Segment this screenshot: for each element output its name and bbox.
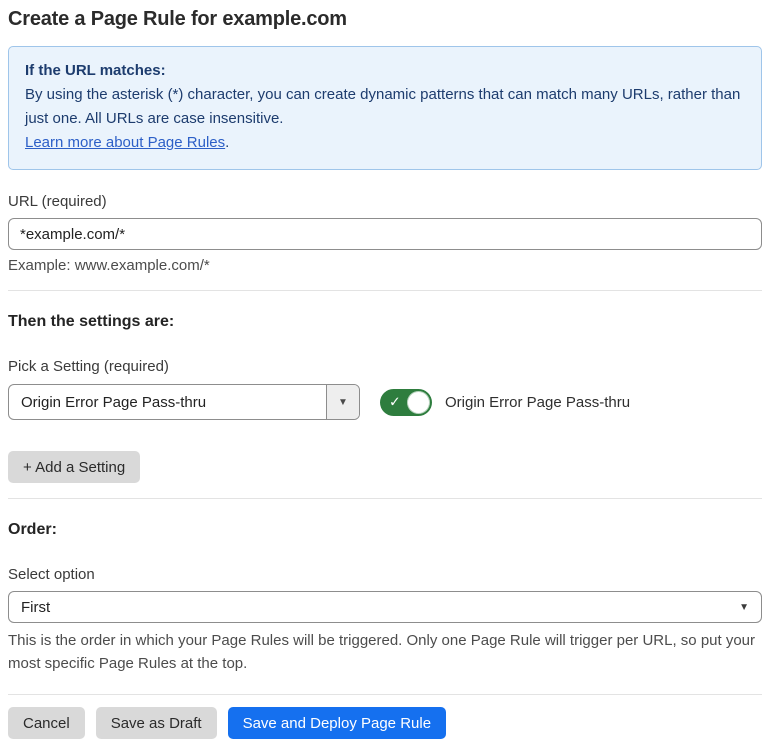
order-section-heading: Order:: [8, 521, 57, 538]
setting-toggle[interactable]: ✓: [380, 388, 432, 416]
add-setting-button[interactable]: + Add a Setting: [8, 451, 141, 483]
setting-select[interactable]: Origin Error Page Pass-thru ▼: [8, 384, 360, 420]
divider: [8, 498, 762, 499]
cancel-button[interactable]: Cancel: [8, 707, 85, 739]
info-link-line: Learn more about Page Rules.: [25, 131, 745, 155]
order-select-value: First: [21, 598, 51, 616]
url-match-info-callout: If the URL matches: By using the asteris…: [8, 46, 762, 170]
order-select[interactable]: First ▼: [8, 591, 762, 623]
save-and-deploy-button[interactable]: Save and Deploy Page Rule: [227, 707, 447, 739]
setting-row: Origin Error Page Pass-thru ▼ ✓ Origin E…: [8, 384, 762, 420]
url-example-helper: Example: www.example.com/*: [8, 257, 210, 274]
info-body-text: By using the asterisk (*) character, you…: [25, 86, 741, 127]
divider: [8, 290, 762, 291]
setting-select-value: Origin Error Page Pass-thru: [21, 393, 207, 411]
url-field-label: URL (required): [8, 193, 107, 210]
order-description: This is the order in which your Page Rul…: [8, 632, 756, 672]
setting-toggle-label: Origin Error Page Pass-thru: [445, 393, 631, 411]
toggle-knob: [407, 390, 430, 414]
chevron-down-icon: ▼: [338, 396, 348, 408]
info-heading: If the URL matches:: [25, 62, 166, 79]
url-input[interactable]: [8, 218, 762, 250]
check-icon: ✓: [389, 393, 401, 410]
pick-setting-label: Pick a Setting (required): [8, 358, 169, 375]
settings-section-heading: Then the settings are:: [8, 313, 175, 330]
page-rule-form: Create a Page Rule for example.com If th…: [0, 8, 770, 739]
chevron-down-icon: ▼: [739, 601, 749, 613]
link-period: .: [225, 134, 230, 151]
learn-more-link[interactable]: Learn more about Page Rules: [25, 134, 225, 151]
setting-select-arrow-button[interactable]: ▼: [326, 385, 359, 419]
save-as-draft-button[interactable]: Save as Draft: [95, 707, 217, 739]
order-select-label: Select option: [8, 566, 95, 583]
divider: [8, 694, 762, 695]
footer-actions: Cancel Save as Draft Save and Deploy Pag…: [8, 707, 762, 739]
page-title: Create a Page Rule for example.com: [8, 8, 347, 30]
